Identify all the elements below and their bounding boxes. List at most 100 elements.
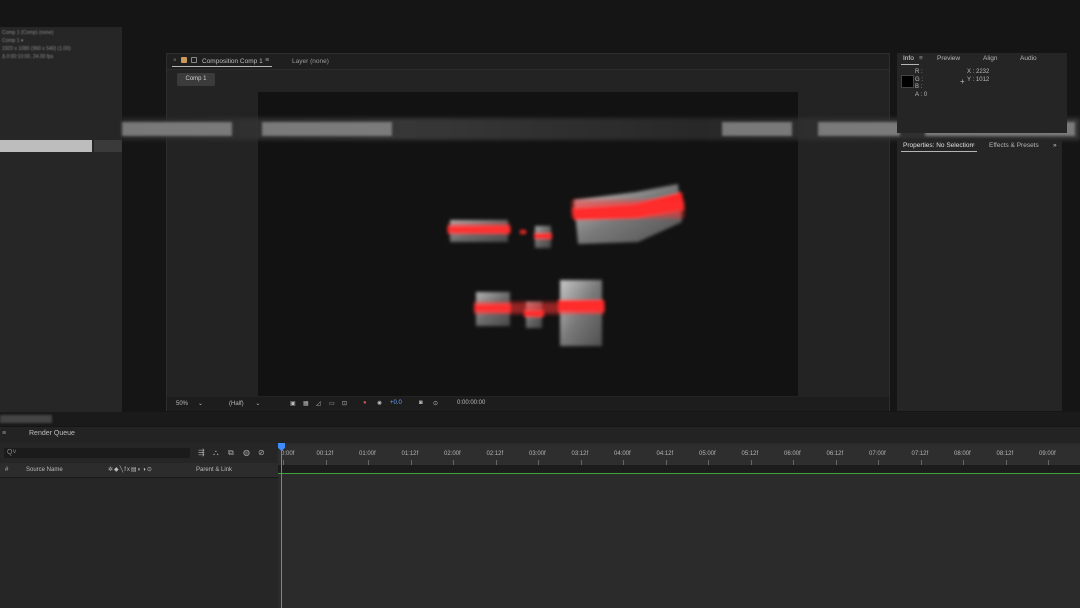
tab-audio[interactable]: Audio bbox=[1020, 55, 1037, 62]
col-parent-link[interactable]: Parent & Link bbox=[196, 467, 232, 473]
snapshot-icon[interactable]: ◙ bbox=[419, 400, 423, 406]
crosshair-icon: + bbox=[960, 77, 965, 86]
exposure-value[interactable]: +0.0 bbox=[390, 400, 402, 406]
blurred-toolbar bbox=[262, 122, 392, 136]
motion-blur-icon[interactable]: ⊘ bbox=[258, 448, 268, 458]
hide-shy-layers-icon[interactable]: ⧉ bbox=[228, 448, 238, 458]
color-channel-icon[interactable]: ● bbox=[363, 400, 367, 406]
ruler-tick-label: 00:12f bbox=[316, 451, 334, 457]
project-meta-line: Comp 1 ▾ bbox=[2, 38, 24, 44]
draft-3d-icon[interactable]: ⛬ bbox=[213, 448, 223, 458]
transparency-grid-icon[interactable]: ▦ bbox=[303, 400, 309, 407]
project-meta-line: Comp 1 (Comp) (none) bbox=[2, 30, 54, 36]
panel-menu-icon[interactable]: ≡ bbox=[2, 430, 6, 437]
render-queue-tab-bar: ≡ Render Queue bbox=[0, 427, 1080, 443]
x-value: X : 2232 bbox=[967, 69, 990, 75]
color-management-icon[interactable]: ✺ bbox=[377, 400, 382, 407]
project-item-type bbox=[94, 140, 122, 152]
tab-composition[interactable]: Composition Comp 1 bbox=[202, 58, 263, 65]
playhead-line[interactable] bbox=[281, 443, 282, 608]
tab-align[interactable]: Align bbox=[983, 55, 997, 62]
panel-menu-icon[interactable]: ≡ bbox=[265, 57, 269, 64]
guides-icon[interactable]: ▭ bbox=[329, 400, 335, 407]
ruler-tick-label: 03:12f bbox=[571, 451, 589, 457]
ruler-tick-label: 01:00f bbox=[359, 451, 376, 457]
timecode-display[interactable]: 0:00:00:00 bbox=[457, 400, 485, 406]
blurred-toolbar bbox=[722, 122, 792, 136]
panel-menu-icon[interactable]: ≡ bbox=[919, 55, 923, 62]
composition-panel: × Composition Comp 1 ≡ Layer (none) Comp… bbox=[166, 53, 890, 411]
g-label: G : bbox=[915, 76, 924, 83]
ruler-tick-label: 08:00f bbox=[954, 451, 971, 457]
ruler-tick-label: 06:00f bbox=[784, 451, 801, 457]
ruler-tick-label: 06:12f bbox=[826, 451, 844, 457]
a-label: A : bbox=[915, 91, 923, 98]
cache-indicator bbox=[278, 473, 1080, 474]
panel-overflow-icon[interactable]: » bbox=[1053, 142, 1057, 149]
ruler-tick-label: 04:12f bbox=[656, 451, 674, 457]
layer-column-header: # Source Name ✲◆╲fx▤◐◑⊙ Parent & Link bbox=[0, 463, 278, 478]
comp-mini-flowchart-icon[interactable]: ⇶ bbox=[198, 448, 208, 458]
ruler-tick-label: 04:00f bbox=[614, 451, 631, 457]
time-ruler[interactable]: 0:00f 00:12f 01:00f 01:12f 02:00f 02:12f 03:00… bbox=[278, 445, 1080, 466]
zoom-select[interactable]: 50% ⌄ bbox=[176, 400, 203, 407]
b-label: B : bbox=[915, 84, 923, 90]
viewer-toolbar: 50% ⌄ (Half) ⌄ ▣ ▦ ◿ ▭ ⊡ ● ✺ +0.0 ◙ ⊙ 0:… bbox=[167, 397, 889, 411]
ruler-tick-label: 07:12f bbox=[911, 451, 929, 457]
ruler-tick-label: 05:12f bbox=[741, 451, 759, 457]
panel-divider bbox=[0, 412, 1080, 426]
project-meta-line: 1920 x 1080 (960 x 540) (1.00) bbox=[2, 46, 71, 52]
render-stripe bbox=[534, 233, 552, 239]
y-value: Y : 1012 bbox=[967, 76, 990, 83]
r-label: R : bbox=[915, 69, 923, 75]
ruler-tick-label: 09:00f bbox=[1039, 451, 1056, 457]
switches-icons: ✲◆╲fx▤◐◑⊙ bbox=[108, 467, 153, 473]
region-of-interest-icon[interactable]: ▣ bbox=[290, 400, 296, 407]
tab-layer[interactable]: Layer (none) bbox=[292, 58, 329, 65]
color-swatch bbox=[901, 75, 914, 88]
render-glow bbox=[474, 302, 604, 314]
ruler-tick-label: 03:00f bbox=[529, 451, 546, 457]
search-icon: Q˅ bbox=[7, 449, 17, 456]
active-tab-underline bbox=[901, 64, 919, 65]
timeline-graph[interactable]: 0:00f 00:12f 01:00f 01:12f 02:00f 02:12f 03:00… bbox=[278, 443, 1080, 608]
ruler-tick-label: 01:12f bbox=[401, 451, 419, 457]
project-meta-line: Δ 0:00:10:00, 24.00 fps bbox=[2, 54, 54, 60]
show-snapshot-icon[interactable]: ⊙ bbox=[433, 400, 438, 407]
ruler-tick-label: 02:12f bbox=[486, 451, 504, 457]
a-readout: A : 0 bbox=[915, 92, 927, 100]
tab-render-queue[interactable]: Render Queue bbox=[29, 430, 75, 437]
mask-visibility-icon[interactable]: ◿ bbox=[316, 400, 321, 407]
ruler-tick-label: 07:00f bbox=[869, 451, 886, 457]
3d-view-icon[interactable]: ⊡ bbox=[342, 400, 347, 407]
tab-preview[interactable]: Preview bbox=[937, 55, 960, 62]
active-tab-underline bbox=[172, 66, 272, 67]
panel-menu-icon[interactable]: ≡ bbox=[971, 142, 975, 149]
search-input[interactable]: Q˅ bbox=[4, 448, 190, 458]
render-block bbox=[520, 230, 526, 234]
lock-icon[interactable] bbox=[191, 57, 197, 63]
blurred-toolbar bbox=[122, 122, 232, 136]
tab-effects-presets[interactable]: Effects & Presets bbox=[989, 142, 1039, 149]
zoom-value: 50% bbox=[176, 401, 189, 407]
comp-breadcrumb[interactable]: Comp 1 bbox=[177, 73, 215, 86]
tab-info[interactable]: Info bbox=[903, 55, 914, 62]
ruler-tick-label: 05:00f bbox=[699, 451, 716, 457]
a-value: 0 bbox=[923, 91, 928, 98]
project-panel: Comp 1 (Comp) (none) Comp 1 ▾ 1920 x 108… bbox=[0, 27, 122, 412]
frame-blending-icon[interactable]: ◍ bbox=[243, 448, 253, 458]
ruler-tick-label: 02:00f bbox=[444, 451, 461, 457]
ruler-tick-label: 0:00f bbox=[281, 451, 295, 457]
col-number: # bbox=[5, 467, 9, 473]
close-icon[interactable]: × bbox=[173, 58, 177, 64]
work-area-bar[interactable] bbox=[278, 465, 1080, 473]
composition-color-icon bbox=[181, 57, 187, 63]
resolution-select[interactable]: (Half) ⌄ bbox=[229, 400, 260, 407]
project-item-selected[interactable] bbox=[0, 140, 92, 152]
render-glow bbox=[448, 224, 510, 234]
xy-readout: X : 2232 Y : 1012 bbox=[967, 69, 989, 84]
col-source-name[interactable]: Source Name bbox=[26, 467, 63, 473]
tab-properties[interactable]: Properties: No Selection bbox=[903, 142, 973, 149]
project-meta: Comp 1 (Comp) (none) Comp 1 ▾ 1920 x 108… bbox=[2, 29, 71, 61]
timeline-layers-panel: Q˅ ⇶ ⛬ ⧉ ◍ ⊘ # Source Name ✲◆╲fx▤◐◑⊙ Par… bbox=[0, 443, 278, 608]
